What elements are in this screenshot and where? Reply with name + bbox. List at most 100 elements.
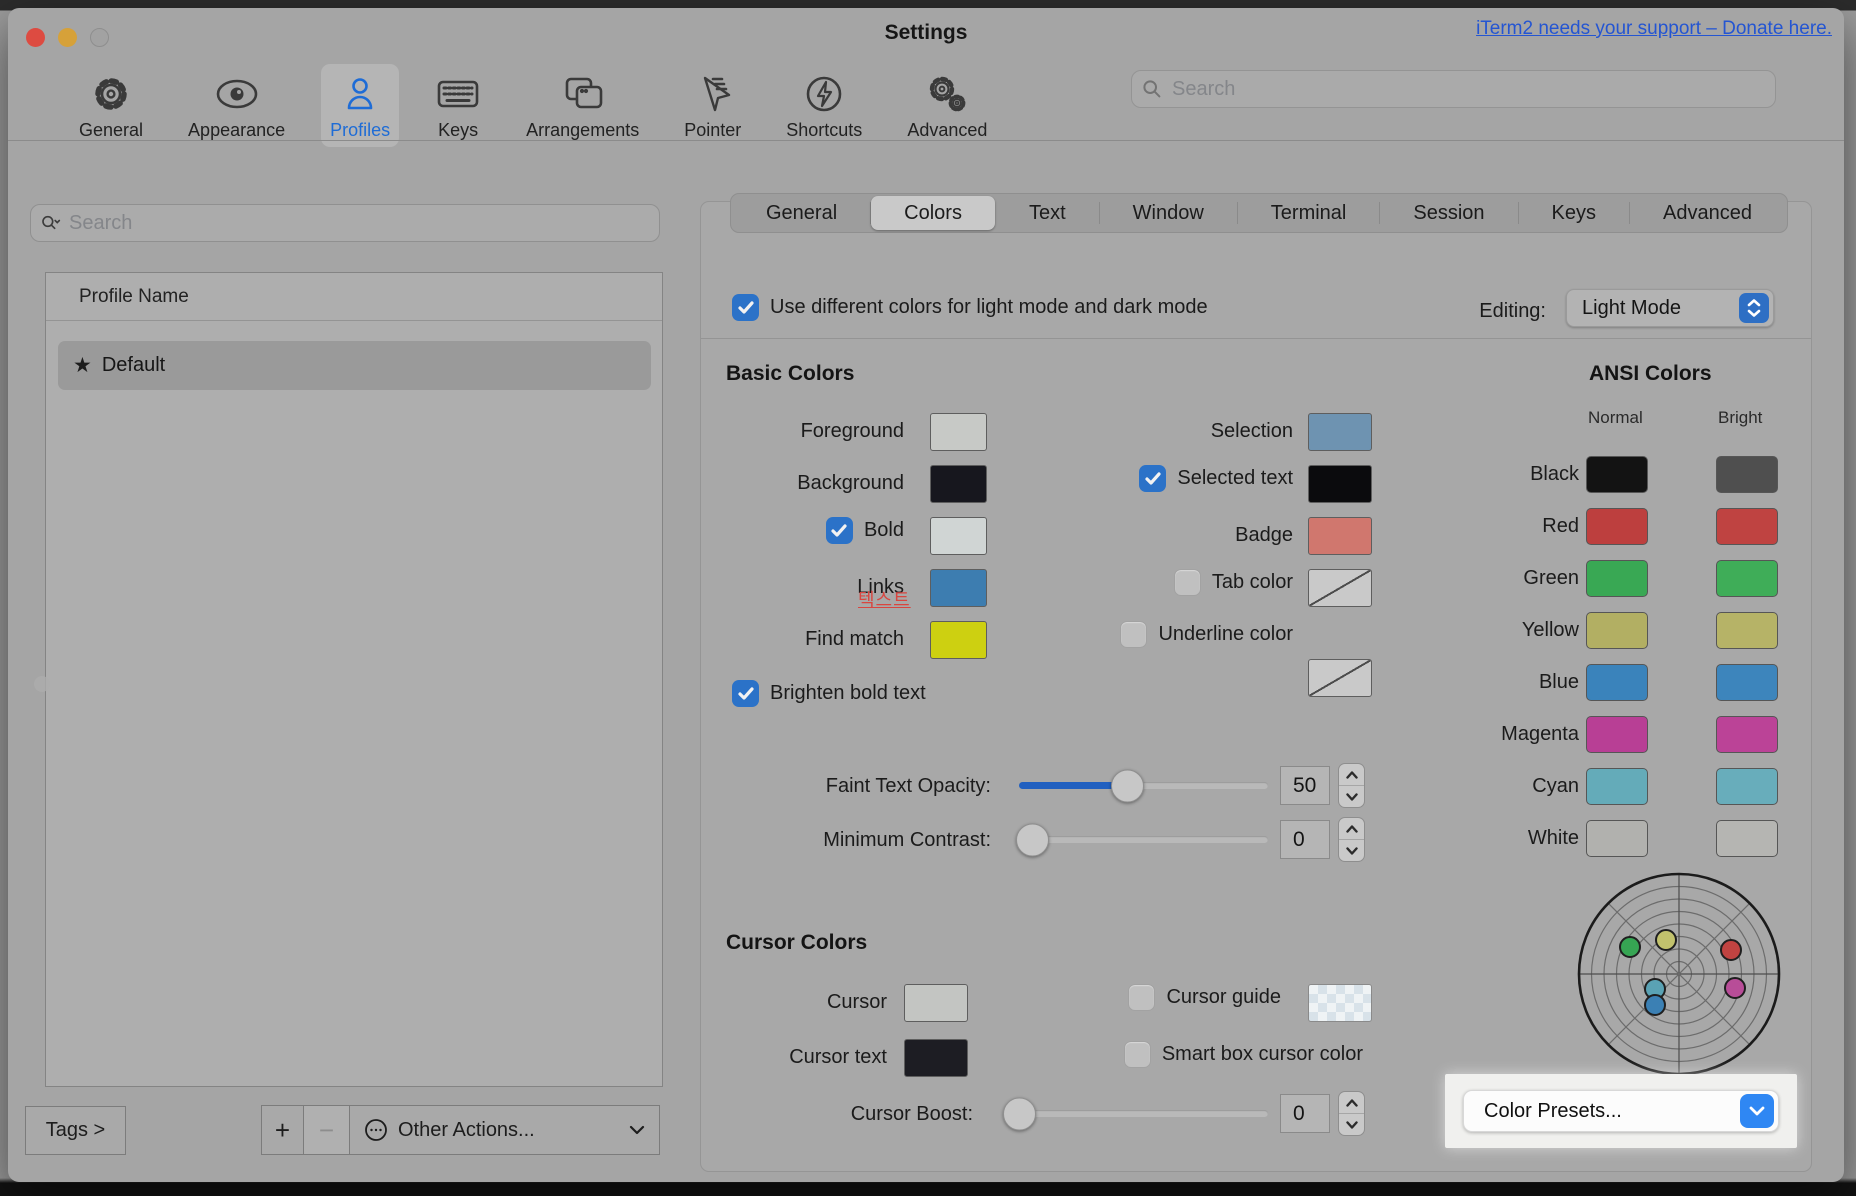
stepper-up-icon[interactable]: [1339, 1092, 1364, 1114]
add-profile-button[interactable]: +: [261, 1105, 304, 1155]
toolbar-item-appearance[interactable]: Appearance: [179, 64, 294, 147]
background-swatch[interactable]: [930, 465, 987, 503]
profile-search-input[interactable]: [67, 211, 649, 236]
foreground-swatch[interactable]: [930, 413, 987, 451]
other-actions-label: Other Actions...: [398, 1119, 619, 1142]
tab-colors[interactable]: Colors: [871, 196, 995, 230]
slider-thumb[interactable]: [1111, 769, 1144, 802]
tab-text[interactable]: Text: [996, 196, 1099, 230]
cursor-swatch[interactable]: [904, 984, 968, 1022]
ansi-white-normal-swatch[interactable]: [1586, 820, 1648, 857]
ansi-green-normal-swatch[interactable]: [1586, 560, 1648, 597]
cursor-boost-input[interactable]: [1281, 1095, 1329, 1132]
zoom-button[interactable]: [90, 28, 109, 47]
minimum-contrast-slider[interactable]: [1019, 836, 1268, 843]
remove-profile-button[interactable]: −: [304, 1105, 350, 1155]
profile-row-default[interactable]: ★ Default: [58, 341, 651, 390]
stepper-up-icon[interactable]: [1339, 818, 1364, 840]
selected-text-swatch[interactable]: [1308, 465, 1372, 503]
wheel-dot-red[interactable]: [1721, 940, 1741, 960]
faint-opacity-slider[interactable]: [1019, 782, 1268, 789]
ansi-black-bright-swatch[interactable]: [1716, 456, 1778, 493]
toolbar-item-arrangements[interactable]: Arrangements: [517, 64, 648, 147]
ansi-green-bright-swatch[interactable]: [1716, 560, 1778, 597]
cursor-guide-checkbox[interactable]: [1128, 984, 1155, 1011]
toolbar-search-field[interactable]: [1131, 70, 1776, 108]
tab-color-swatch[interactable]: [1308, 569, 1372, 607]
tab-window[interactable]: Window: [1100, 196, 1237, 230]
stepper-up-icon[interactable]: [1339, 764, 1364, 786]
selection-swatch[interactable]: [1308, 413, 1372, 451]
tab-advanced[interactable]: Advanced: [1630, 196, 1785, 230]
toolbar-item-keys[interactable]: Keys: [426, 64, 490, 147]
use-different-colors-checkbox[interactable]: [732, 294, 759, 321]
stepper-down-icon[interactable]: [1339, 1114, 1364, 1135]
stepper-down-icon[interactable]: [1339, 840, 1364, 861]
close-button[interactable]: [26, 28, 45, 47]
bold-checkbox[interactable]: [826, 517, 853, 544]
selected-text-checkbox[interactable]: [1139, 465, 1166, 492]
cursor-boost-slider[interactable]: [1006, 1110, 1268, 1117]
wheel-dot-yellow[interactable]: [1656, 930, 1676, 950]
faint-opacity-value[interactable]: [1280, 766, 1330, 805]
ansi-blue-normal-swatch[interactable]: [1586, 664, 1648, 701]
find-match-swatch[interactable]: [930, 621, 987, 659]
underline-color-checkbox[interactable]: [1120, 621, 1147, 648]
cursor-guide-swatch[interactable]: [1308, 984, 1372, 1022]
underline-color-swatch[interactable]: [1308, 659, 1372, 697]
toolbar-item-pointer[interactable]: Pointer: [675, 64, 750, 147]
editing-label: Editing:: [1346, 300, 1546, 323]
toolbar-item-profiles[interactable]: Profiles: [321, 64, 399, 147]
ansi-red-bright-swatch[interactable]: [1716, 508, 1778, 545]
other-actions-dropdown[interactable]: Other Actions...: [350, 1105, 660, 1155]
bold-swatch[interactable]: [930, 517, 987, 555]
badge-swatch[interactable]: [1308, 517, 1372, 555]
ansi-cyan-bright-swatch[interactable]: [1716, 768, 1778, 805]
minimum-contrast-value[interactable]: [1280, 820, 1330, 859]
faint-opacity-input[interactable]: [1281, 767, 1329, 804]
tab-general[interactable]: General: [733, 196, 870, 230]
ansi-blue-bright-swatch[interactable]: [1716, 664, 1778, 701]
cursor-text-swatch[interactable]: [904, 1039, 968, 1077]
tab-terminal[interactable]: Terminal: [1238, 196, 1380, 230]
tab-keys[interactable]: Keys: [1519, 196, 1629, 230]
wheel-dot-blue[interactable]: [1645, 995, 1665, 1015]
tags-button[interactable]: Tags >: [25, 1106, 126, 1155]
tab-color-checkbox[interactable]: [1174, 569, 1201, 596]
toolbar-item-advanced[interactable]: Advanced: [898, 64, 996, 147]
tab-session[interactable]: Session: [1380, 196, 1517, 230]
profile-search-field[interactable]: [30, 204, 660, 242]
smart-box-checkbox[interactable]: [1124, 1041, 1151, 1068]
slider-thumb[interactable]: [1016, 823, 1049, 856]
donate-link[interactable]: iTerm2 needs your support – Donate here.: [1476, 18, 1832, 40]
search-input[interactable]: [1170, 77, 1765, 102]
stepper-down-icon[interactable]: [1339, 786, 1364, 807]
ansi-yellow-bright-swatch[interactable]: [1716, 612, 1778, 649]
ansi-white-bright-swatch[interactable]: [1716, 820, 1778, 857]
colors-tab-content: Use different colors for light mode and …: [700, 201, 1812, 1172]
minimum-contrast-input[interactable]: [1281, 821, 1329, 858]
brighten-bold-checkbox[interactable]: [732, 680, 759, 707]
toolbar-item-label: Arrangements: [526, 120, 639, 141]
ansi-magenta-bright-swatch[interactable]: [1716, 716, 1778, 753]
toolbar-item-general[interactable]: General: [70, 64, 152, 147]
wheel-dot-magenta[interactable]: [1725, 978, 1745, 998]
ansi-red-normal-swatch[interactable]: [1586, 508, 1648, 545]
color-wheel[interactable]: [1574, 869, 1784, 1079]
cursor-boost-value[interactable]: [1280, 1094, 1330, 1133]
editing-mode-dropdown[interactable]: Light Mode: [1566, 289, 1774, 327]
minimize-button[interactable]: [58, 28, 77, 47]
minimum-contrast-stepper[interactable]: [1338, 817, 1365, 862]
ansi-black-normal-swatch[interactable]: [1586, 456, 1648, 493]
ansi-yellow-normal-swatch[interactable]: [1586, 612, 1648, 649]
links-swatch[interactable]: [930, 569, 987, 607]
color-presets-dropdown[interactable]: Color Presets...: [1463, 1090, 1779, 1132]
toolbar-item-shortcuts[interactable]: Shortcuts: [777, 64, 871, 147]
ansi-magenta-normal-swatch[interactable]: [1586, 716, 1648, 753]
wheel-dot-green[interactable]: [1620, 937, 1640, 957]
cursor-boost-stepper[interactable]: [1338, 1091, 1365, 1136]
ansi-cyan-normal-swatch[interactable]: [1586, 768, 1648, 805]
faint-opacity-stepper[interactable]: [1338, 763, 1365, 808]
slider-thumb[interactable]: [1003, 1097, 1036, 1130]
ansi-green-label: Green: [1401, 567, 1579, 590]
